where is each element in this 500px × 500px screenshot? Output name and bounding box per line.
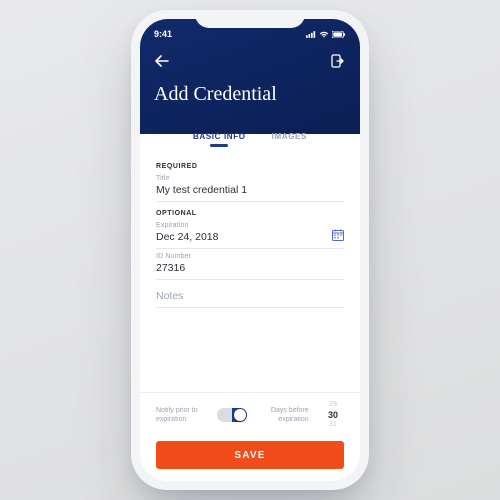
arrow-left-icon — [155, 55, 169, 67]
section-optional: OPTIONAL — [156, 210, 344, 217]
picker-prev: 29 — [322, 401, 344, 409]
notes-field[interactable]: Notes — [156, 284, 344, 308]
app-screen: 9:41 Add Credential BASIC INFO — [140, 19, 360, 481]
toggle-knob — [234, 409, 246, 421]
picker-next: 31 — [322, 421, 344, 429]
idnumber-value: 27316 — [156, 260, 344, 280]
exit-icon — [331, 54, 345, 68]
picker-current: 30 — [322, 410, 344, 421]
idnumber-field[interactable]: ID Number 27316 — [156, 253, 344, 280]
idnumber-label: ID Number — [156, 253, 344, 260]
device-notch — [195, 10, 305, 28]
nav-bar — [154, 53, 346, 69]
page-title: Add Credential — [154, 83, 346, 106]
content-card: BASIC INFO IMAGES REQUIRED Title My test… — [140, 120, 360, 481]
days-before-label: Days before expiration — [261, 406, 309, 424]
notify-prior-label: Notify prior to expiration — [156, 406, 204, 424]
logout-button[interactable] — [330, 53, 346, 69]
expiration-label: Expiration — [156, 222, 344, 229]
form-body: REQUIRED Title My test credential 1 OPTI… — [140, 153, 360, 392]
days-picker[interactable]: 29 30 31 — [322, 401, 344, 429]
tab-images[interactable]: IMAGES — [272, 132, 307, 147]
title-label: Title — [156, 175, 344, 182]
notify-toggle[interactable] — [217, 408, 247, 422]
wifi-icon — [319, 31, 329, 38]
notify-row: Notify prior to expiration Days before e… — [140, 392, 360, 435]
notes-placeholder: Notes — [156, 284, 344, 308]
back-button[interactable] — [154, 53, 170, 69]
calendar-icon — [332, 229, 344, 241]
title-field[interactable]: Title My test credential 1 — [156, 175, 344, 202]
title-value: My test credential 1 — [156, 182, 344, 202]
phone-frame: 9:41 Add Credential BASIC INFO — [131, 10, 369, 490]
save-row: SAVE — [140, 435, 360, 481]
app-header: 9:41 Add Credential — [140, 19, 360, 134]
status-time: 9:41 — [154, 29, 172, 39]
expiration-field[interactable]: Expiration Dec 24, 2018 — [156, 222, 344, 249]
battery-icon — [332, 31, 346, 38]
status-indicators — [306, 31, 346, 38]
section-required: REQUIRED — [156, 163, 344, 170]
expiration-value: Dec 24, 2018 — [156, 229, 344, 249]
tab-basic-info[interactable]: BASIC INFO — [193, 132, 246, 147]
calendar-button[interactable] — [332, 229, 344, 241]
save-button[interactable]: SAVE — [156, 441, 344, 469]
signal-icon — [306, 31, 316, 38]
